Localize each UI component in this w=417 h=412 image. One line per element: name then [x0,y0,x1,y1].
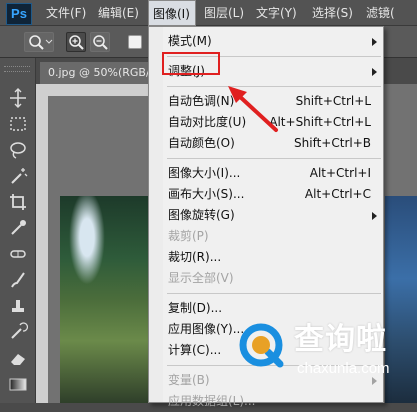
menu-item-label: 画布大小(S)... [168,187,245,201]
zoom-out-button[interactable] [90,32,110,52]
menu-layer[interactable]: 图层(L) [204,0,244,26]
menu-edit[interactable]: 编辑(E) [98,0,139,26]
document-image [60,196,150,403]
menu-item-shortcut: Shift+Ctrl+B [294,136,371,150]
menu-item-label: 复制(D)... [168,301,223,315]
menu-item-label: 裁剪(P) [168,229,209,243]
menu-item-label: 应用图像(Y)... [168,322,245,336]
menu-item-shortcut: Alt+Shift+Ctrl+L [269,115,371,129]
submenu-arrow-icon [372,377,377,385]
submenu-arrow-icon [372,68,377,76]
lasso-tool-icon [10,142,26,159]
gradient-tool-icon [9,378,27,391]
crop-tool-button[interactable] [8,192,28,212]
brush-tool-icon [11,272,25,288]
history-brush-icon [11,322,29,339]
marquee-tool-button[interactable] [8,114,28,134]
menu-bar: Ps 文件(F) 编辑(E) 图像(I) 图层(L) 文字(Y) 选择(S) 滤镜( [0,0,417,26]
menu-item-label: 裁切(R)... [168,250,222,264]
menu-item-label: 自动色调(N) [168,94,235,108]
menu-item-label: 自动颜色(O) [168,136,235,150]
menu-item: 应用数据组(L)... [149,391,383,412]
move-tool-button[interactable] [8,88,28,108]
menu-item-label: 图像旋转(G) [168,208,235,222]
photoshop-logo: Ps [6,3,32,25]
document-image-right [385,196,417,403]
magic-wand-button[interactable] [8,166,28,186]
menu-type[interactable]: 文字(Y) [256,0,297,26]
zoom-in-button[interactable] [66,32,86,52]
menu-image[interactable]: 图像(I) [148,0,196,26]
menu-item[interactable]: 图像大小(I)... Alt+Ctrl+I [149,163,383,184]
eraser-button[interactable] [8,348,28,368]
magic-wand-icon [11,168,28,184]
menu-item-shortcut: Alt+Ctrl+C [304,187,371,201]
zoom-tool-icon [29,35,53,50]
menu-item[interactable]: 自动颜色(O) Shift+Ctrl+B [149,133,383,154]
menu-item: 显示全部(V) [149,268,383,289]
gradient-tool-button[interactable] [8,374,28,394]
menu-separator [167,293,381,294]
tools-panel [0,58,36,403]
menu-item[interactable]: 自动对比度(U) Alt+Shift+Ctrl+L [149,112,383,133]
menu-file[interactable]: 文件(F) [46,0,86,26]
healing-brush-button[interactable] [8,244,28,264]
menu-item[interactable]: 裁切(R)... [149,247,383,268]
menu-item-shortcut: Alt+Ctrl+I [309,166,371,180]
watermark-text: 查询啦 [294,322,387,357]
zoom-in-icon [69,35,84,50]
menu-item-shortcut: Shift+Ctrl+L [295,94,371,108]
clone-stamp-button[interactable] [8,296,28,316]
zoom-tool-preset[interactable] [24,32,54,52]
menu-item[interactable]: 自动色调(N) Shift+Ctrl+L [149,91,383,112]
menu-item[interactable]: 画布大小(S)... Alt+Ctrl+C [149,184,383,205]
history-brush-button[interactable] [8,322,29,342]
menu-item[interactable]: 图像旋转(G) [149,205,383,226]
clone-stamp-icon [12,300,24,312]
menu-item-label: 计算(C)... [168,343,222,357]
move-tool-icon [10,88,26,108]
panel-grip[interactable] [4,66,30,72]
menu-item[interactable]: 模式(M) [149,31,383,52]
watermark-logo-icon [239,323,284,368]
watermark-url: chaxunla.com [297,360,390,377]
menu-item-label: 图像大小(I)... [168,166,241,180]
menu-item-label: 应用数据组(L)... [168,394,256,408]
zoom-out-icon [93,35,108,50]
submenu-arrow-icon [372,38,377,46]
eyedropper-button[interactable] [8,218,28,238]
submenu-arrow-icon [372,212,377,220]
lasso-tool-button[interactable] [8,140,28,160]
healing-brush-icon [10,250,26,258]
menu-select[interactable]: 选择(S) [312,0,353,26]
menu-item-label: 模式(M) [168,34,212,48]
highlight-box [162,52,220,75]
marquee-tool-icon [10,117,26,131]
eyedropper-icon [11,220,26,235]
vertical-ruler [36,84,48,403]
menu-separator [167,86,381,87]
menu-item-label: 显示全部(V) [168,271,234,285]
eraser-icon [11,354,25,365]
document-tab[interactable]: 0.jpg @ 50%(RGB/ [40,62,150,84]
crop-tool-icon [10,194,26,210]
menu-separator [167,158,381,159]
resize-windows-checkbox[interactable] [128,35,142,49]
horizontal-ruler [48,84,148,96]
menu-item-label: 变量(B) [168,373,210,387]
menu-item: 裁剪(P) [149,226,383,247]
menu-item-label: 自动对比度(U) [168,115,247,129]
brush-tool-button[interactable] [8,270,28,290]
menu-filter[interactable]: 滤镜( [366,0,395,26]
